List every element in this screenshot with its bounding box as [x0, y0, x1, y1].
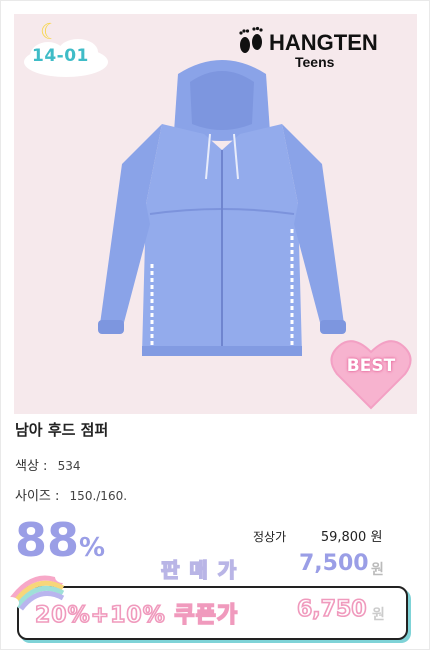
discount-number: 88 [15, 513, 80, 567]
moon-icon: ☾ [40, 20, 60, 45]
brand-name: HANGTEN [269, 30, 378, 55]
regular-price-row: 정상가 59,800 원 [253, 526, 382, 545]
coupon-price-value: 6,750 [296, 596, 367, 623]
coupon-price-unit: 원 [372, 607, 385, 623]
product-title[interactable]: 남아 후드 점퍼 [15, 419, 108, 440]
footprints-icon [239, 26, 263, 53]
regular-price-value: 59,800 원 [320, 530, 383, 545]
product-card[interactable]: ☾ 14-01 HANGTEN Teens BEST 남아 후드 점퍼 색상:… [0, 0, 430, 650]
size-row: 사이즈 : 150./160. [15, 485, 127, 504]
size-value: 150./160. [69, 489, 128, 503]
discount-sign: % [79, 533, 106, 563]
best-badge: BEST [329, 336, 413, 412]
color-label: 색상 : [15, 459, 48, 474]
sale-price-value: 7,500 [299, 551, 369, 576]
product-image[interactable]: ☾ 14-01 HANGTEN Teens BEST [14, 14, 417, 414]
sale-price-unit: 원 [371, 562, 384, 578]
regular-price-label: 정상가 [253, 530, 287, 544]
best-label: BEST [346, 356, 396, 376]
color-value: 534 [57, 459, 81, 473]
size-label: 사이즈 : [15, 489, 60, 504]
coupon-price-label: 20%+10% 쿠폰가 [34, 602, 239, 629]
discount-rate: 88% [15, 517, 105, 563]
color-row: 색상 : 534 [15, 455, 80, 474]
number-badge-text: 14-01 [32, 46, 89, 66]
hooded-jacket-image [98, 60, 346, 356]
sale-price-label: 판매가 [160, 557, 247, 583]
